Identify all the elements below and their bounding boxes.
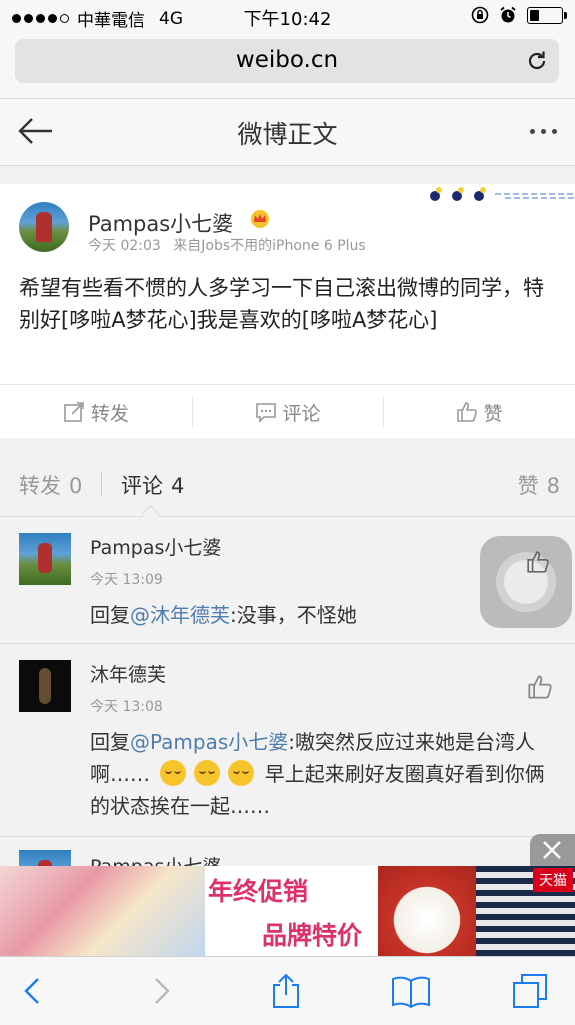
orientation-lock-icon <box>471 6 489 24</box>
back-icon[interactable] <box>16 973 52 1009</box>
like-button[interactable]: 赞 <box>383 385 575 439</box>
alarm-icon <box>500 6 516 23</box>
tab-divider <box>101 472 102 496</box>
reload-icon[interactable] <box>525 49 549 73</box>
tab-likes-label: 赞 <box>517 474 539 498</box>
tab-reposts-label: 转发 <box>19 474 61 498</box>
relieved-face-icon <box>194 760 221 786</box>
comment-label: 评论 <box>282 402 321 425</box>
ad-headline: 年终促销 <box>208 877 309 906</box>
ad-banner[interactable]: 年终促销 品牌特价 天猫 <box>0 866 575 956</box>
commenter-name[interactable]: Pampas小七婆 <box>90 533 221 560</box>
comment-like-icon[interactable] <box>526 550 550 574</box>
tabs-icon[interactable] <box>512 973 548 1009</box>
bookmarks-icon[interactable] <box>390 973 432 1009</box>
comment-time: 今天 13:08 <box>90 699 163 715</box>
post-actions: 转发 评论 赞 <box>0 384 575 439</box>
close-icon <box>543 841 561 859</box>
page-title: 微博正文 <box>237 120 338 149</box>
ad-subheadline: 品牌特价 <box>262 921 363 950</box>
tab-likes-count: 8 <box>546 474 560 498</box>
commenter-name[interactable]: Pampas小七婆 <box>90 852 221 866</box>
commenter-name[interactable]: 沐年德芙 <box>90 660 166 687</box>
more-icon[interactable] <box>530 129 557 134</box>
ad-bedding-image: 天猫 <box>476 866 575 956</box>
decorative-banner-icon <box>430 187 575 201</box>
comment-item: 沐年德芙 今天 13:08 回复@Pampas小七婆:嗷突然反应过来她是台湾人啊… <box>0 644 575 837</box>
browser-address-area: weibo.cn <box>0 32 575 98</box>
share-icon[interactable] <box>268 973 304 1009</box>
relieved-face-icon <box>160 760 187 786</box>
reply-prefix: 回复 <box>90 603 130 627</box>
comment-icon <box>255 403 276 423</box>
tab-comments[interactable]: 评论 4 <box>121 470 184 500</box>
commenter-avatar[interactable] <box>19 533 71 585</box>
reply-prefix: 回复 <box>90 730 130 754</box>
post-meta: 今天 02:03 来自Jobs不用的iPhone 6 Plus <box>88 235 366 255</box>
tab-comments-count: 4 <box>171 474 185 498</box>
comment-button[interactable]: 评论 <box>191 385 384 439</box>
page-header: 微博正文 <box>0 98 575 166</box>
address-bar[interactable]: weibo.cn <box>15 39 559 83</box>
crown-icon <box>251 210 269 228</box>
tab-reposts[interactable]: 转发 0 <box>19 470 82 500</box>
author-avatar[interactable] <box>19 202 69 252</box>
battery-icon <box>527 6 567 24</box>
post-text: 希望有些看不惯的人多学习一下自己滚出微博的同学，特别好[哆啦A梦花心]我是喜欢的… <box>19 276 544 332</box>
comment-like-icon[interactable] <box>527 674 553 700</box>
ad-quilt-image <box>378 866 476 956</box>
assistive-touch-button[interactable] <box>480 536 572 628</box>
url-text: weibo.cn <box>235 47 339 73</box>
browser-toolbar <box>0 956 575 1025</box>
status-bar: 中華電信 4G 下午10:42 <box>0 0 575 32</box>
tab-likes[interactable]: 赞8 <box>518 470 560 500</box>
commenter-avatar[interactable] <box>19 660 71 712</box>
repost-label: 转发 <box>90 402 129 425</box>
mention-link[interactable]: @Pampas小七婆 <box>130 730 288 754</box>
interaction-tabs: 转发 0 评论 4 赞8 <box>0 452 575 524</box>
comment-body: :没事，不怪她 <box>230 603 357 627</box>
comment-item-partial: Pampas小七婆 <box>0 838 575 866</box>
thumbs-up-icon <box>456 402 477 422</box>
post-time: 今天 02:03 <box>88 238 161 254</box>
post-source: 来自Jobs不用的iPhone 6 Plus <box>173 238 366 254</box>
repost-button[interactable]: 转发 <box>0 385 192 439</box>
ad-bedroom-image <box>0 866 205 956</box>
relieved-face-icon <box>228 760 255 786</box>
author-name[interactable]: Pampas小七婆 <box>88 208 233 238</box>
tmall-badge: 天猫 <box>533 868 573 892</box>
like-label: 赞 <box>483 402 503 425</box>
tab-comments-label: 评论 <box>121 474 163 498</box>
tab-reposts-count: 0 <box>69 474 83 498</box>
repost-icon <box>64 402 84 422</box>
forward-icon[interactable] <box>142 973 178 1009</box>
comment-body-continued: 早上起来刷好友圈真好看到你俩的状态挨在一起…… <box>90 762 545 818</box>
weibo-post: Pampas小七婆 今天 02:03 来自Jobs不用的iPhone 6 Plu… <box>0 184 575 438</box>
comment-text: 回复@Pampas小七婆:嗷突然反应过来她是台湾人啊…… 早上起来刷好友圈真好看… <box>90 726 550 822</box>
ad-close-button[interactable] <box>530 834 575 866</box>
mention-link[interactable]: @沐年德芙 <box>130 603 230 627</box>
comment-time: 今天 13:09 <box>90 572 163 588</box>
commenter-avatar[interactable] <box>19 850 71 866</box>
